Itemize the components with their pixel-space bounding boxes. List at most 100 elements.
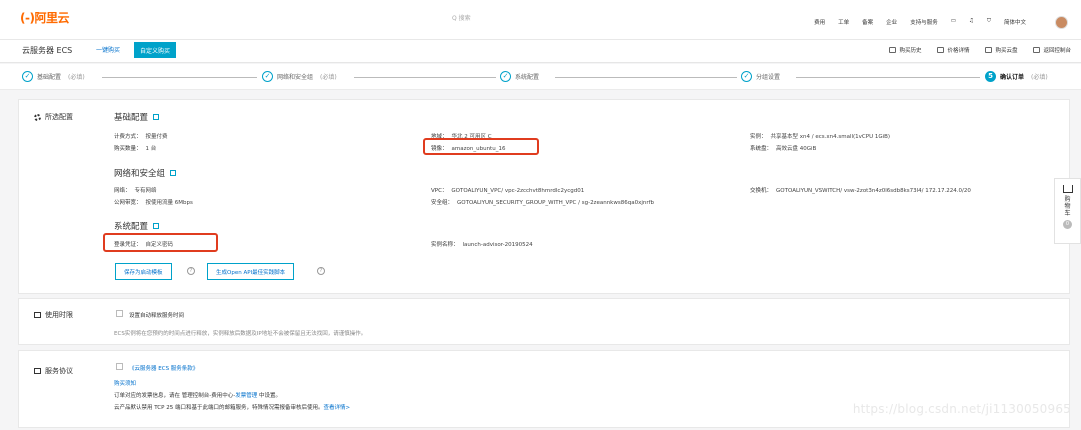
image-highlight-box: [423, 138, 539, 155]
sub-nav: 云服务器 ECS 一键购买 自定义购买 购买历史 价格详情 购买云盘 返回控制台: [0, 40, 1081, 63]
check-icon: ✓: [22, 71, 33, 82]
avatar[interactable]: [1055, 16, 1068, 29]
check-icon: ✓: [262, 71, 273, 82]
service-agreement-title: 服务协议: [34, 366, 73, 376]
bell-icon[interactable]: ♫: [969, 18, 974, 26]
step-network[interactable]: ✓ 网络和安全组 (必填): [262, 71, 337, 82]
card-title-text: 服务协议: [45, 367, 73, 375]
agreement-checkbox[interactable]: [116, 363, 123, 370]
watermark: https://blog.csdn.net/ji1130050965: [852, 402, 1071, 416]
disk-icon: [985, 47, 993, 53]
basic-config-title: 基础配置: [114, 111, 160, 123]
aliyun-logo[interactable]: (-)阿里云: [20, 9, 69, 26]
step-required: (必填): [1031, 74, 1048, 81]
service-agreement-card: 服务协议 《云服务器 ECS 服务条款》 购买须知 订单对应的发票信息，请在 管…: [18, 350, 1070, 428]
edit-icon[interactable]: [153, 223, 160, 229]
purchase-history-button[interactable]: 购买历史: [889, 46, 921, 54]
step-system[interactable]: ✓ 系统配置: [500, 71, 539, 82]
step-divider: [102, 77, 257, 78]
product-title: 云服务器 ECS: [22, 46, 73, 55]
nav-item-icp[interactable]: 备案: [862, 18, 873, 26]
cart-count-badge: 0: [1063, 220, 1072, 229]
step-label: 系统配置: [515, 74, 540, 81]
step-label: 基础配置: [37, 74, 62, 81]
step-bar: ✓ 基础配置 (必填) ✓ 网络和安全组 (必填) ✓ 系统配置 ✓ 分组设置 …: [0, 64, 1081, 90]
check-icon: ✓: [741, 71, 752, 82]
system-config-title: 系统配置: [114, 220, 160, 232]
step-divider: [354, 77, 496, 78]
sub-nav-tools: 购买历史 价格详情 购买云盘 返回控制台: [889, 46, 1071, 54]
usage-period-title: 使用时限: [34, 310, 73, 320]
price-detail-button[interactable]: 价格详情: [937, 46, 969, 54]
section-title: 系统配置: [114, 222, 149, 232]
generate-api-button[interactable]: 生成Open API最佳实践脚本: [207, 263, 295, 280]
nav-item-support[interactable]: 支持与服务: [910, 18, 938, 26]
language-select[interactable]: 简体中文: [1004, 18, 1026, 26]
step-confirm[interactable]: 5 确认订单 (必填): [985, 71, 1048, 82]
section-title: 基础配置: [114, 113, 149, 123]
history-icon: [889, 47, 897, 53]
buy-disk-button[interactable]: 购买云盘: [985, 46, 1017, 54]
auto-release-label: 设置自动释放服务时间: [129, 313, 185, 319]
vpc-row: VPC： GOTOALIYUN_VPC/ vpc-2zcchvt8hmrdlc2y…: [431, 188, 585, 194]
edit-icon[interactable]: [170, 170, 177, 176]
security-group-row: 安全组： GOTOALIYUN_SECURITY_GROUP_WITH_VPC /…: [431, 200, 655, 206]
step-required: (必填): [320, 74, 337, 81]
cart-icon[interactable]: ⛉: [987, 18, 991, 26]
release-note: ECS实例将在您预约的时间点进行释放，实例释放后数据及IP地址不会被保留且无法找…: [114, 331, 367, 337]
nav-item-enterprise[interactable]: 企业: [886, 18, 897, 26]
bandwidth-row: 公网带宽： 按使用流量 6Mbps: [114, 200, 193, 206]
message-icon[interactable]: ▭: [951, 18, 956, 26]
login-highlight-box: [103, 233, 218, 252]
back-console-button[interactable]: 返回控制台: [1033, 46, 1071, 54]
search-input[interactable]: Q 搜索: [452, 13, 471, 22]
billing-row: 计费方式： 按量付费: [114, 134, 168, 140]
help-icon[interactable]: ?: [317, 267, 325, 275]
quantity-row: 购买数量： 1 台: [114, 146, 157, 152]
gear-icon: [34, 113, 41, 121]
step-group[interactable]: ✓ 分组设置: [741, 71, 780, 82]
network-config-title: 网络和安全组: [114, 167, 177, 179]
step-label: 确认订单: [1000, 74, 1025, 81]
tab-custom-buy[interactable]: 自定义购买: [134, 42, 177, 58]
system-disk-row: 系统盘： 高效云盘 40GiB: [750, 146, 817, 152]
port-notice: 云产品默认禁用 TCP 25 端口和基于此端口的邮箱服务，特殊情况需报备审核后使…: [114, 405, 351, 411]
usage-period-card: 使用时限 设置自动释放服务时间 ECS实例将在您预约的时间点进行释放，实例释放后…: [18, 298, 1070, 345]
document-icon: [34, 368, 41, 374]
step-basic[interactable]: ✓ 基础配置 (必填): [22, 71, 85, 82]
price-icon: [937, 47, 945, 53]
selected-config-title: 所选配置: [34, 112, 73, 122]
cart-label: 购物车: [1064, 196, 1071, 217]
auto-release-checkbox[interactable]: [116, 310, 123, 317]
invoice-manage-link[interactable]: 发票管理: [235, 393, 257, 399]
top-nav: (-)阿里云 Q 搜索 费用 工单 备案 企业 支持与服务 ▭ ♫ ⛉ 简体中文: [0, 0, 1081, 40]
cart-icon: [1062, 185, 1073, 193]
instance-name-row: 实例名称： launch-advisor-20190524: [431, 242, 533, 248]
edit-icon[interactable]: [153, 114, 160, 120]
tab-quick-buy[interactable]: 一键购买: [96, 45, 120, 54]
invoice-notice: 订单对应的发票信息，请在 管理控制台-费用中心-发票管理 中设置。: [114, 393, 281, 399]
selected-config-card: 所选配置 基础配置 计费方式： 按量付费 地域： 华北 2 可用区 C 实例： 共享基…: [18, 99, 1070, 294]
check-icon: ✓: [500, 71, 511, 82]
step-label: 分组设置: [756, 74, 781, 81]
network-row: 网络： 专有网络: [114, 188, 157, 194]
nav-item-tickets[interactable]: 工单: [838, 18, 849, 26]
top-nav-items: 费用 工单 备案 企业 支持与服务 ▭ ♫ ⛉ 简体中文: [814, 18, 1026, 26]
floating-cart[interactable]: 购物车 0: [1054, 178, 1081, 244]
purchase-notice-title[interactable]: 购买须知: [114, 379, 136, 387]
step-divider: [555, 77, 737, 78]
view-details-link[interactable]: 查看详情>: [323, 405, 350, 411]
ecs-terms-link[interactable]: 《云服务器 ECS 服务条款》: [129, 364, 198, 372]
save-template-button[interactable]: 保存为启动模板: [115, 263, 172, 280]
card-title-text: 使用时限: [45, 311, 73, 319]
card-title-text: 所选配置: [45, 113, 73, 121]
step-divider: [796, 77, 980, 78]
nav-item-fees[interactable]: 费用: [814, 18, 825, 26]
step-label: 网络和安全组: [277, 74, 314, 81]
help-icon[interactable]: ?: [187, 267, 195, 275]
section-title: 网络和安全组: [114, 169, 166, 179]
time-icon: [34, 312, 41, 318]
console-icon: [1033, 47, 1041, 53]
instance-row: 实例： 共享基本型 xn4 / ecs.xn4.small(1vCPU 1GiB): [750, 134, 891, 140]
step-number: 5: [985, 71, 996, 82]
